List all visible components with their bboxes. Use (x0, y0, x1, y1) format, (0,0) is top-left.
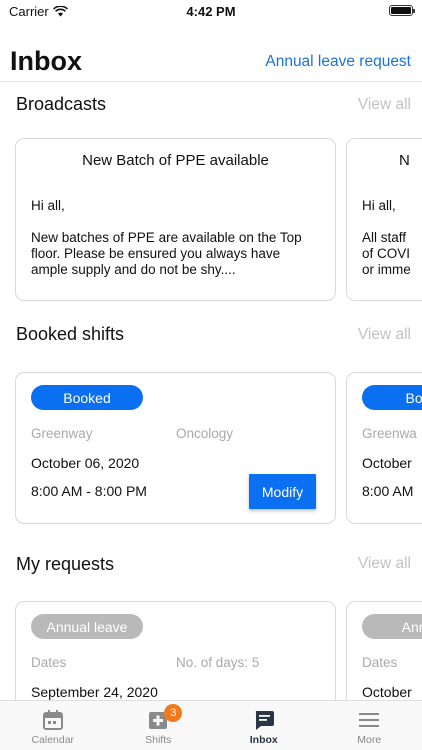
request-dates-label: Dates (31, 655, 67, 670)
request-date: October (362, 684, 412, 700)
navigation-header: Inbox Annual leave request (0, 44, 422, 82)
status-badge: Boo (362, 385, 422, 410)
calendar-icon (42, 710, 63, 730)
broadcast-title: N (399, 152, 410, 169)
request-dates-label: Dates (362, 655, 398, 670)
modify-button[interactable]: Modify (249, 474, 316, 509)
shift-date: October (362, 455, 412, 471)
shift-time: 8:00 AM - 8:00 PM (31, 483, 147, 499)
shift-location: Greenwa (362, 426, 417, 441)
my-requests-section-title: My requests (16, 554, 115, 574)
tab-label: Shifts (145, 734, 172, 746)
shift-card[interactable]: Boo Greenwa October 8:00 AM (346, 372, 422, 524)
tab-bar: Calendar 3 Shifts Inbox More (0, 700, 422, 750)
shift-time: 8:00 AM (362, 483, 414, 499)
broadcasts-view-all-link[interactable]: View all (358, 96, 411, 114)
shift-location: Greenway (31, 426, 93, 441)
page-title: Inbox (10, 46, 82, 76)
broadcast-greeting: Hi all, (362, 198, 396, 213)
tab-inbox[interactable]: Inbox (211, 701, 317, 750)
battery-icon (389, 5, 415, 16)
inbox-scroll-view[interactable]: Broadcasts View all New Batch of PPE ava… (0, 83, 422, 700)
status-badge: Annu (362, 614, 422, 639)
broadcast-body: All staff of COVI or imme (362, 230, 411, 277)
shift-department: Oncology (176, 426, 234, 441)
booked-shifts-section-title: Booked shifts (16, 324, 125, 344)
status-badge: Booked (31, 385, 143, 410)
shift-card[interactable]: Booked Greenway Oncology October 06, 202… (15, 372, 336, 524)
shifts-count-badge: 3 (164, 704, 183, 722)
status-bar: Carrier 4:42 PM (0, 0, 422, 22)
broadcast-title: New Batch of PPE available (82, 152, 269, 169)
tab-label: Inbox (249, 734, 278, 746)
broadcasts-section-title: Broadcasts (16, 94, 107, 114)
broadcast-greeting: Hi all, (31, 198, 65, 213)
booked-shifts-view-all-link[interactable]: View all (358, 326, 411, 344)
broadcast-card[interactable]: New Batch of PPE available Hi all, New b… (15, 138, 336, 301)
tab-shifts[interactable]: 3 Shifts (106, 701, 212, 750)
chat-bubble-icon (255, 711, 274, 730)
annual-leave-request-link[interactable]: Annual leave request (265, 53, 411, 71)
tab-calendar[interactable]: Calendar (0, 701, 106, 750)
tab-more[interactable]: More (317, 701, 422, 750)
tab-label: Calendar (31, 734, 75, 746)
clock: 4:42 PM (186, 4, 236, 19)
request-days-count: No. of days: 5 (176, 655, 260, 670)
request-card[interactable]: Annual leave Dates No. of days: 5 Septem… (15, 601, 336, 700)
request-date: September 24, 2020 (31, 684, 158, 700)
shift-date: October 06, 2020 (31, 455, 140, 471)
status-badge: Annual leave (31, 614, 143, 639)
my-requests-view-all-link[interactable]: View all (358, 555, 411, 573)
menu-icon (359, 713, 380, 727)
tab-label: More (357, 734, 382, 746)
broadcast-card[interactable]: N Hi all, All staff of COVI or imme (346, 138, 422, 301)
request-card[interactable]: Annu Dates October (346, 601, 422, 700)
broadcast-body: New batches of PPE are available on the … (31, 230, 302, 277)
